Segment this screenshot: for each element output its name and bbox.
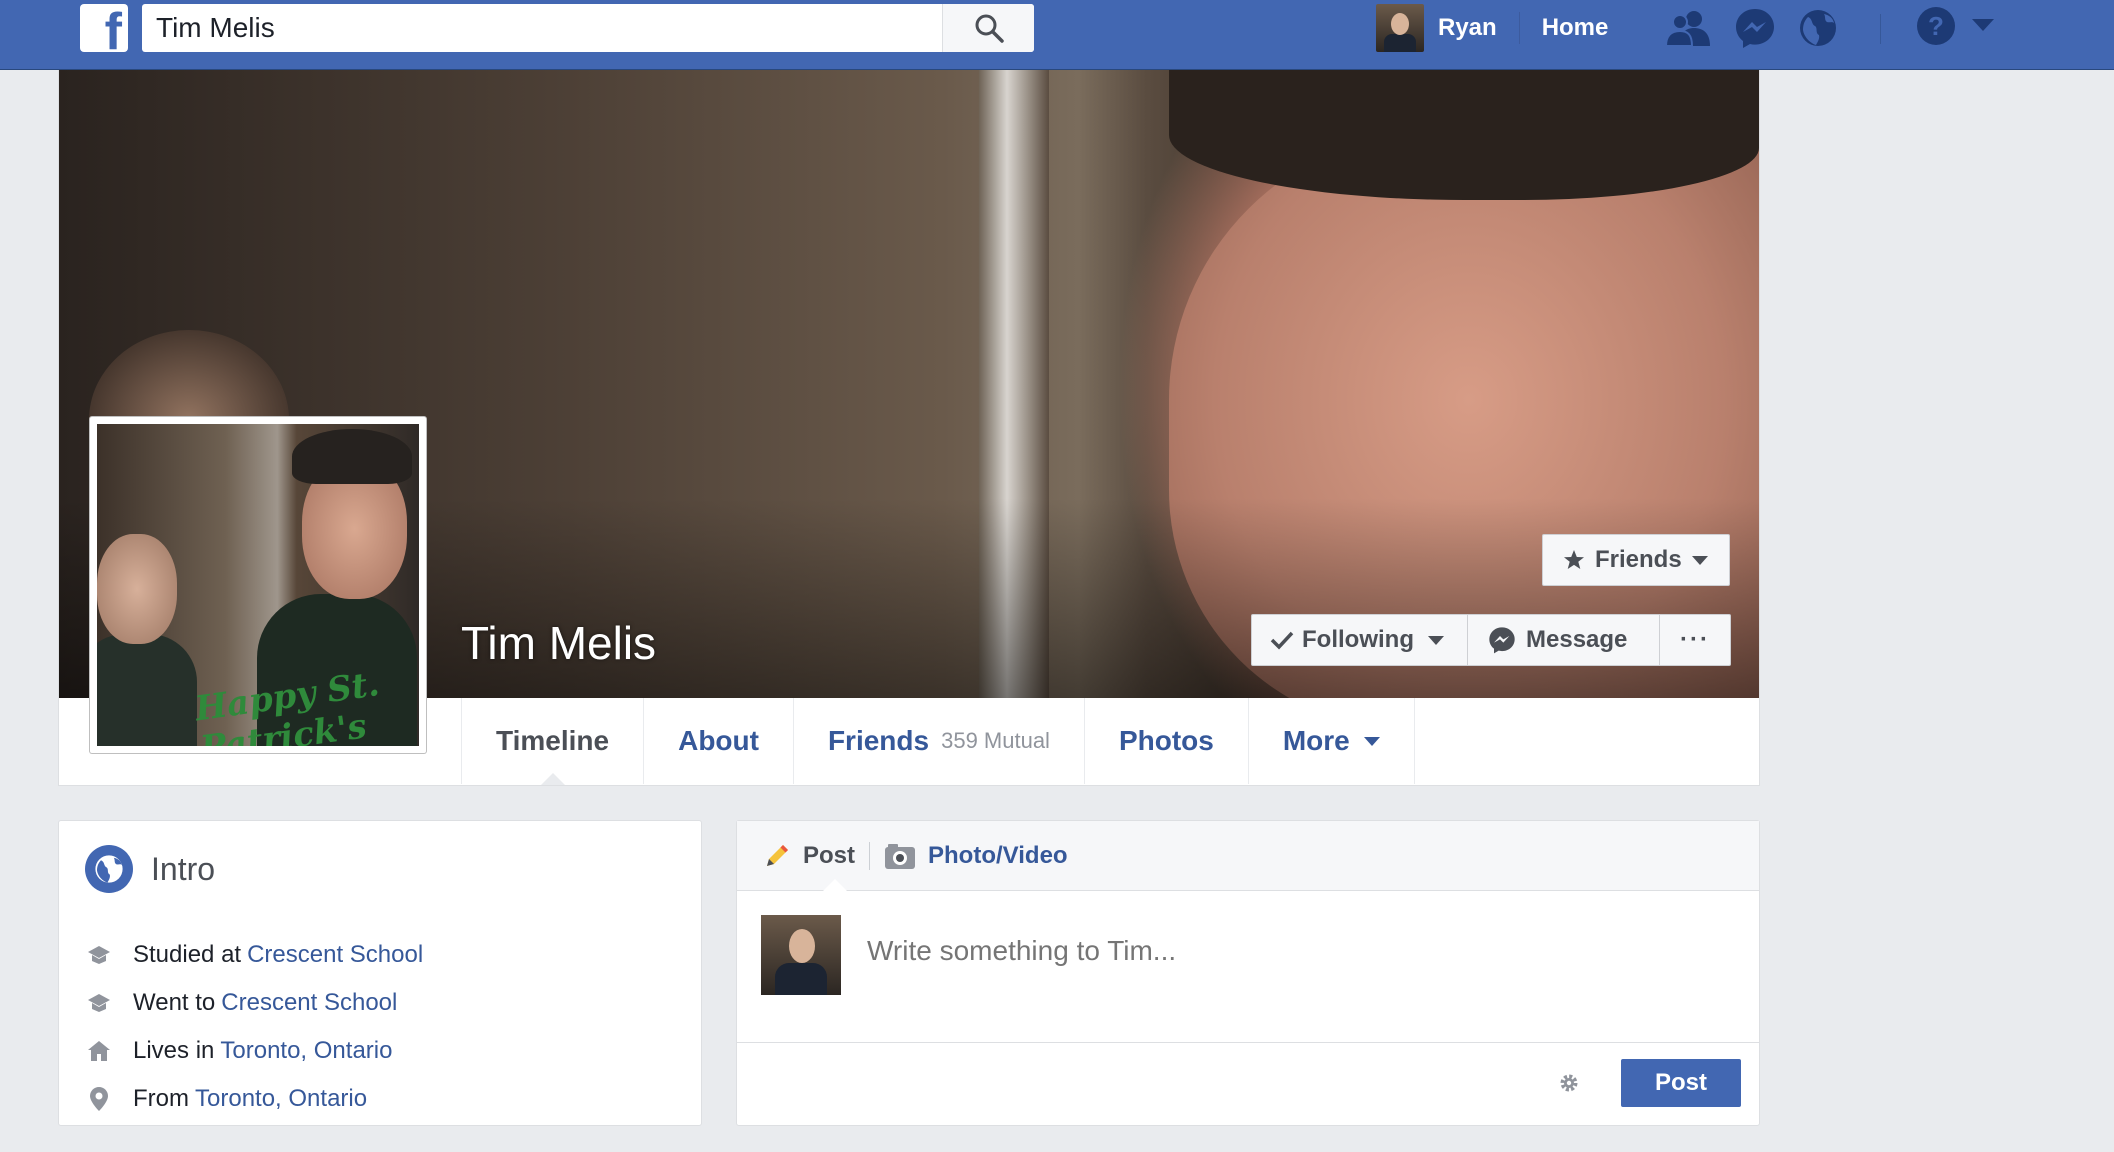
- cover-hair: [1169, 70, 1759, 200]
- tab-timeline-label: Timeline: [496, 725, 610, 756]
- tab-photos[interactable]: Photos: [1083, 698, 1248, 784]
- friend-requests-icon[interactable]: [1666, 10, 1712, 46]
- intro-list: Studied at Crescent School Went to Cresc…: [85, 931, 423, 1123]
- intro-item-prefix: Lives in: [133, 1037, 215, 1064]
- search-button[interactable]: [942, 4, 1034, 52]
- composer-tab-indicator: [823, 879, 847, 891]
- intro-item-prefix: Studied at: [133, 941, 242, 968]
- search-box: [142, 4, 1034, 52]
- search-input[interactable]: [142, 4, 942, 52]
- help-icon[interactable]: ?: [1916, 6, 1956, 46]
- school-icon: [85, 989, 113, 1017]
- profile-picture-image: Happy St. Patrick's: [97, 424, 419, 746]
- post-button[interactable]: Post: [1621, 1059, 1741, 1107]
- composer-body: [737, 891, 1759, 1043]
- intro-card: Intro Studied at Crescent School Went to…: [58, 820, 702, 1126]
- camera-icon: [885, 843, 916, 869]
- nav-home-link[interactable]: Home: [1542, 14, 1609, 42]
- composer-tab-post-label: Post: [803, 841, 856, 869]
- mutual-friends-count: 359 Mutual: [941, 728, 1050, 753]
- profile-action-buttons: Following Message ···: [1251, 614, 1731, 666]
- tab-friends[interactable]: Friends 359 Mutual: [792, 698, 1084, 784]
- pencil-icon: [767, 844, 788, 866]
- home-icon: [85, 1037, 113, 1065]
- more-options-button[interactable]: ···: [1660, 614, 1731, 666]
- nav-divider: [1880, 14, 1881, 44]
- tab-about[interactable]: About: [643, 698, 793, 784]
- tab-friends-label: Friends: [827, 725, 930, 756]
- tab-photos-label: Photos: [1118, 725, 1214, 756]
- composer-user-avatar: [761, 915, 841, 995]
- friends-chevron-down-icon: [1691, 555, 1708, 565]
- school-icon: [85, 941, 113, 969]
- intro-item-link[interactable]: Crescent School: [247, 941, 423, 969]
- composer-text-input[interactable]: [867, 935, 1727, 967]
- friends-button[interactable]: Friends: [1542, 534, 1730, 586]
- privacy-gear-icon[interactable]: [1557, 1071, 1581, 1095]
- intro-title: Intro: [151, 850, 216, 887]
- intro-item-link[interactable]: Toronto, Ontario: [195, 1085, 367, 1113]
- search-icon: [975, 14, 1004, 43]
- composer-tab-photo-label: Photo/Video: [928, 841, 1068, 869]
- top-navigation-bar: f Ryan Home: [0, 0, 2114, 70]
- intro-item-lives-in: Lives in Toronto, Ontario: [85, 1027, 423, 1075]
- post-composer: Post Photo/Video Post: [736, 820, 1760, 1126]
- more-options-ellipsis-icon: ···: [1680, 626, 1710, 653]
- messenger-icon: [1489, 627, 1515, 654]
- account-menu-chevron-down-icon[interactable]: [1972, 19, 1994, 33]
- nav-user-links: Ryan Home: [1376, 4, 1608, 52]
- composer-footer: Post: [737, 1043, 1759, 1127]
- profile-picture[interactable]: Happy St. Patrick's: [89, 416, 427, 754]
- intro-item-from: From Toronto, Ontario: [85, 1075, 423, 1123]
- friends-button-label: Friends: [1595, 546, 1682, 573]
- nav-separator: [1518, 12, 1520, 44]
- notifications-globe-icon[interactable]: [1798, 8, 1838, 48]
- nav-user-name[interactable]: Ryan: [1438, 14, 1497, 42]
- intro-item-studied: Studied at Crescent School: [85, 931, 423, 979]
- following-button-label: Following: [1302, 626, 1414, 653]
- profile-tabs: Timeline About Friends 359 Mutual Photos…: [461, 698, 1415, 785]
- svg-text:?: ?: [1928, 11, 1944, 41]
- profile-pic-person-left-body: [97, 634, 197, 746]
- composer-tab-photo-video[interactable]: Photo/Video: [884, 842, 1068, 870]
- intro-item-went-to: Went to Crescent School: [85, 979, 423, 1027]
- following-button[interactable]: Following: [1251, 614, 1468, 666]
- tab-about-label: About: [678, 725, 759, 756]
- nav-notification-icons: [1666, 6, 1838, 50]
- messenger-icon[interactable]: [1734, 7, 1776, 49]
- profile-name[interactable]: Tim Melis: [461, 616, 656, 670]
- intro-item-link[interactable]: Toronto, Ontario: [220, 1037, 392, 1065]
- profile-pic-cap: [292, 429, 412, 484]
- star-icon: [1564, 550, 1584, 569]
- profile-header-card: Happy St. Patrick's Tim Melis Friends Fo…: [58, 70, 1760, 786]
- message-button[interactable]: Message: [1468, 614, 1660, 666]
- tab-more-label: More: [1282, 725, 1350, 756]
- intro-item-prefix: From: [133, 1085, 189, 1112]
- nav-help-menu: ?: [1916, 6, 1994, 46]
- location-pin-icon: [85, 1085, 113, 1113]
- following-chevron-down-icon: [1427, 635, 1444, 645]
- composer-tab-post[interactable]: Post: [763, 842, 855, 870]
- composer-tabs: Post Photo/Video: [737, 821, 1759, 891]
- intro-item-link[interactable]: Crescent School: [221, 989, 397, 1017]
- intro-item-prefix: Went to: [133, 989, 216, 1016]
- tab-more-chevron-down-icon: [1363, 736, 1380, 746]
- message-button-label: Message: [1526, 626, 1628, 653]
- profile-pic-person-left: [97, 534, 177, 644]
- composer-tab-divider: [869, 841, 871, 870]
- checkmark-icon: [1270, 631, 1294, 650]
- intro-header: Intro: [85, 845, 215, 893]
- tab-timeline[interactable]: Timeline: [461, 698, 643, 785]
- intro-globe-icon: [85, 845, 133, 893]
- tab-more[interactable]: More: [1247, 698, 1415, 784]
- facebook-logo-icon[interactable]: f: [80, 4, 128, 52]
- nav-user-avatar[interactable]: [1376, 4, 1424, 52]
